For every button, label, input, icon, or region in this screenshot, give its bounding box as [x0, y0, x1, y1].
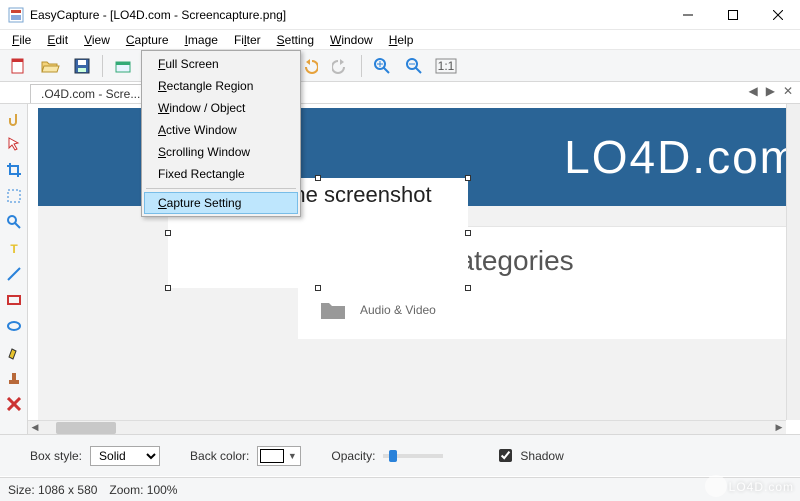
crop-tool[interactable] [2, 158, 26, 182]
capture-menu: Full Screen Rectangle Region Window / Ob… [141, 50, 301, 217]
resize-handle-sw[interactable] [165, 285, 171, 291]
scroll-thumb-h[interactable] [56, 422, 116, 434]
menu-separator [146, 188, 296, 189]
save-button[interactable] [68, 53, 96, 79]
scroll-right-arrow[interactable]: ▶ [772, 422, 786, 433]
horizontal-scrollbar[interactable]: ◀ ▶ [28, 420, 786, 434]
rect-tool[interactable] [2, 288, 26, 312]
resize-handle-e[interactable] [465, 230, 471, 236]
opacity-slider[interactable] [383, 454, 443, 458]
status-bar: Size: 1086 x 580 Zoom: 100% [0, 477, 800, 501]
resize-handle-se[interactable] [465, 285, 471, 291]
hand-tool[interactable] [2, 106, 26, 130]
menu-window[interactable]: Window [322, 31, 381, 49]
menu-scrolling-window[interactable]: Scrolling Window [144, 141, 298, 163]
folder-icon [320, 299, 346, 321]
svg-text:T: T [10, 242, 18, 256]
line-tool[interactable] [2, 262, 26, 286]
menu-file[interactable]: File [4, 31, 39, 49]
capture-button[interactable] [109, 53, 137, 79]
status-zoom-label: Zoom: [109, 483, 143, 497]
zoom-in-button[interactable] [368, 53, 396, 79]
resize-handle-w[interactable] [165, 230, 171, 236]
menu-capture-setting[interactable]: Capture Setting [144, 192, 298, 214]
menu-view[interactable]: View [76, 31, 118, 49]
menu-active-window[interactable]: Active Window [144, 119, 298, 141]
status-size-label: Size: [8, 483, 35, 497]
menu-help[interactable]: Help [381, 31, 422, 49]
back-color-picker[interactable]: ▼ [257, 446, 301, 466]
text-tool[interactable]: T [2, 236, 26, 260]
document-tabs: .O4D.com - Scre... ◀ ▶ ✕ [0, 82, 800, 104]
maximize-button[interactable] [710, 0, 755, 30]
tab-next[interactable]: ▶ [763, 84, 778, 98]
menu-fixed-rectangle[interactable]: Fixed Rectangle [144, 163, 298, 185]
scroll-left-arrow[interactable]: ◀ [28, 422, 42, 433]
watermark: LO4D.com [705, 475, 794, 497]
menu-filter[interactable]: Filter [226, 31, 269, 49]
resize-handle-ne[interactable] [465, 175, 471, 181]
category-row: Audio & Video [320, 299, 778, 321]
brand-text: LO4D.com [564, 130, 800, 184]
slider-thumb[interactable] [389, 450, 397, 462]
pointer-tool[interactable] [2, 132, 26, 156]
document-tab[interactable]: .O4D.com - Scre... [30, 84, 151, 103]
tab-nav: ◀ ▶ ✕ [745, 84, 796, 98]
title-bar: EasyCapture - [LO4D.com - Screencapture.… [0, 0, 800, 30]
stamp-tool[interactable] [2, 366, 26, 390]
menu-bar: File Edit View Capture Image Filter Sett… [0, 30, 800, 50]
back-color-label: Back color: [190, 449, 249, 463]
window-title: EasyCapture - [LO4D.com - Screencapture.… [30, 8, 665, 22]
status-size-value: 1086 x 580 [38, 483, 97, 497]
watermark-text: LO4D.com [729, 480, 794, 494]
status-zoom-value: 100% [147, 483, 178, 497]
app-icon [8, 7, 24, 23]
menu-full-screen[interactable]: Full Screen [144, 53, 298, 75]
open-button[interactable] [36, 53, 64, 79]
menu-edit[interactable]: Edit [39, 31, 76, 49]
zoom-tool[interactable] [2, 210, 26, 234]
side-toolbar: T [0, 104, 28, 434]
property-bar: Box style: Solid Back color: ▼ Opacity: … [0, 434, 800, 476]
new-button[interactable] [4, 53, 32, 79]
menu-window-object[interactable]: Window / Object [144, 97, 298, 119]
resize-handle-s[interactable] [315, 285, 321, 291]
category-label: Audio & Video [360, 303, 436, 317]
vertical-scrollbar[interactable] [786, 104, 800, 420]
highlight-tool[interactable] [2, 340, 26, 364]
menu-image[interactable]: Image [177, 31, 226, 49]
menu-capture[interactable]: Capture [118, 31, 177, 49]
watermark-icon [705, 475, 727, 497]
shadow-label: Shadow [520, 449, 563, 463]
rectangle-select-tool[interactable] [2, 184, 26, 208]
main-toolbar: 1:1 [0, 50, 800, 82]
box-style-select[interactable]: Solid [90, 446, 160, 466]
close-button[interactable] [755, 0, 800, 30]
zoom-11-button[interactable]: 1:1 [432, 53, 460, 79]
minimize-button[interactable] [665, 0, 710, 30]
shadow-checkbox[interactable] [499, 449, 512, 462]
zoom-out-button[interactable] [400, 53, 428, 79]
resize-handle-n[interactable] [315, 175, 321, 181]
ellipse-tool[interactable] [2, 314, 26, 338]
delete-tool[interactable] [2, 392, 26, 416]
tab-prev[interactable]: ◀ [745, 84, 760, 98]
menu-rectangle-region[interactable]: Rectangle Region [144, 75, 298, 97]
menu-setting[interactable]: Setting [269, 31, 322, 49]
tab-close[interactable]: ✕ [780, 84, 796, 98]
box-style-label: Box style: [30, 449, 82, 463]
redo-button[interactable] [327, 53, 355, 79]
opacity-label: Opacity: [331, 449, 375, 463]
svg-text:1:1: 1:1 [438, 59, 455, 73]
